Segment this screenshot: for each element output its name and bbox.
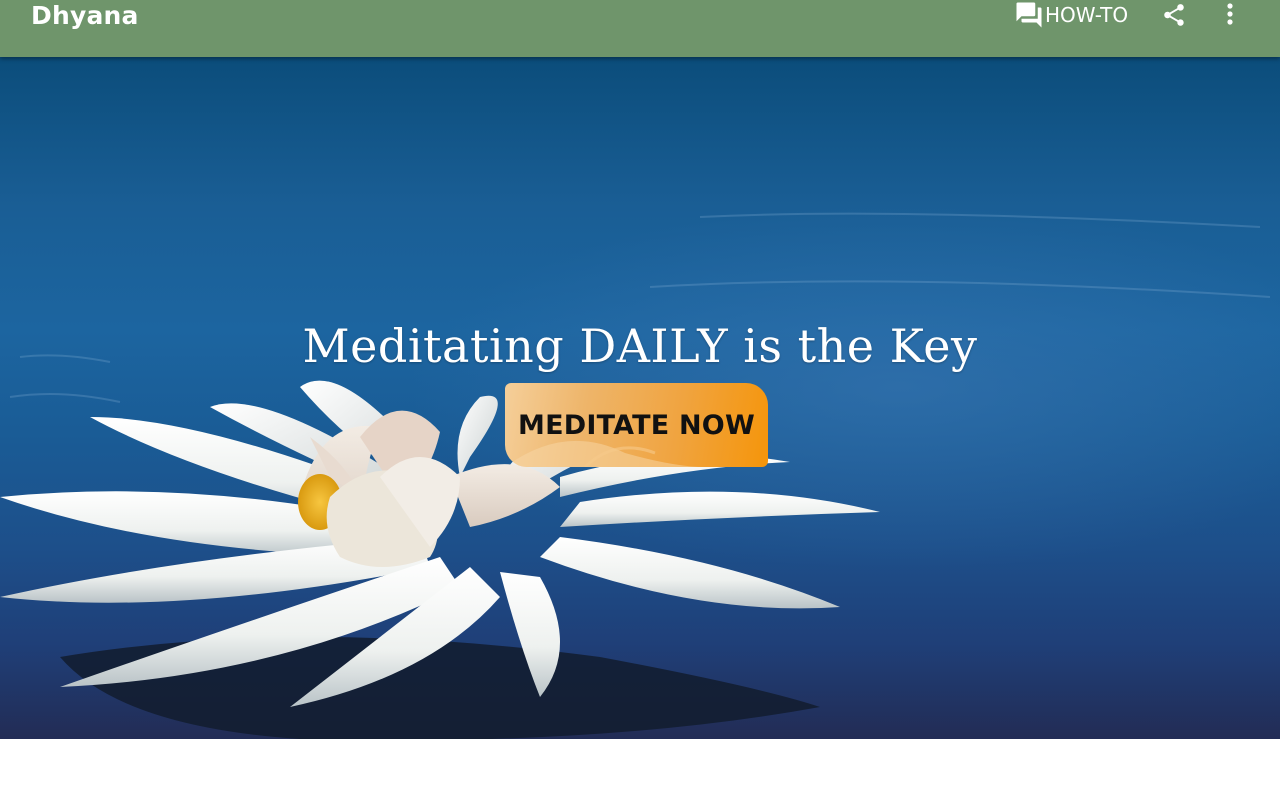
meditate-now-label: MEDITATE NOW [518,409,755,441]
overflow-menu-button[interactable] [1218,1,1242,29]
share-icon [1164,4,1184,26]
more-vert-icon [1227,3,1233,25]
hero-banner: Meditating DAILY is the Key MEDITATE NOW [0,57,1280,739]
bottom-area [0,739,1280,800]
howto-button[interactable]: HOW-TO [1014,0,1128,30]
tagline: Meditating DAILY is the Key [302,319,978,373]
howto-label: HOW-TO [1045,3,1129,27]
app-bar: Dhyana HOW-TO [0,0,1280,57]
meditate-now-button[interactable]: MEDITATE NOW [505,383,768,467]
share-button[interactable] [1160,1,1188,29]
app-title: Dhyana [31,1,139,30]
forum-icon [1014,0,1044,30]
